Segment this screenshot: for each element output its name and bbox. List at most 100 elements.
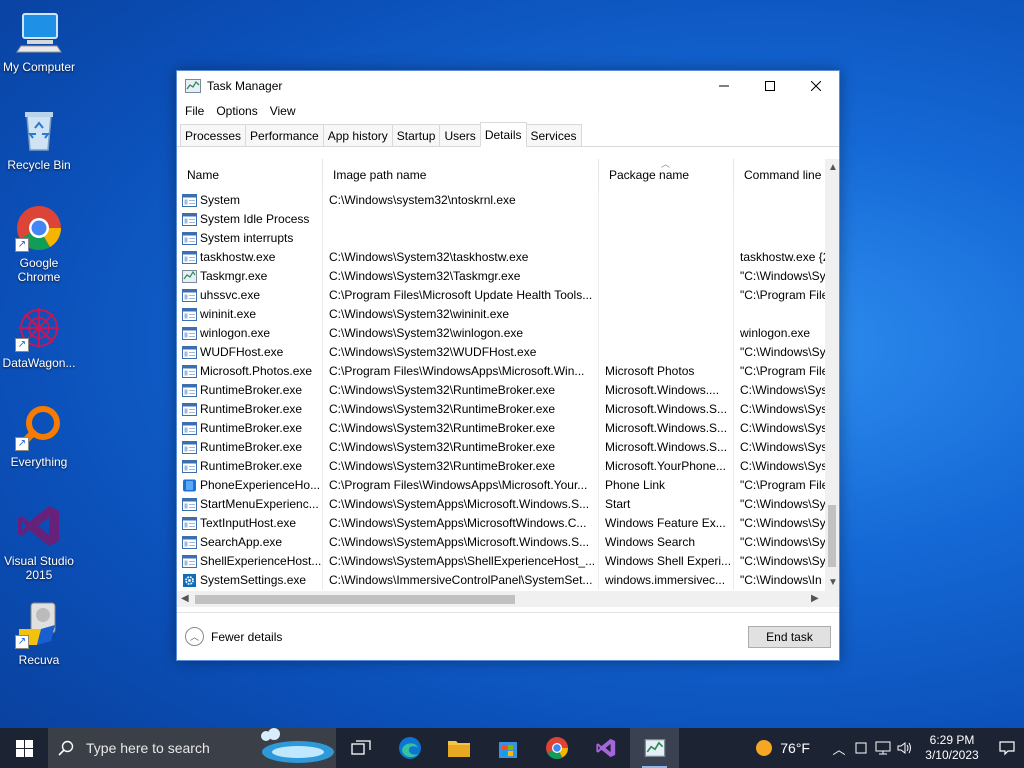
cell-name: Microsoft.Photos.exe bbox=[177, 362, 323, 381]
network-icon bbox=[875, 741, 891, 755]
process-name: SystemSettings.exe bbox=[200, 573, 307, 587]
process-name: PhoneExperienceHo... bbox=[200, 478, 321, 492]
tab-services[interactable]: Services bbox=[525, 124, 582, 146]
cell-command-line bbox=[734, 191, 825, 210]
scroll-up-icon[interactable]: ▲ bbox=[828, 162, 838, 173]
cell-image-path: C:\Program Files\WindowsApps\Microsoft.Y… bbox=[323, 476, 599, 495]
window-app-icon bbox=[182, 517, 200, 530]
desktop-icon-my-computer[interactable]: My Computer bbox=[0, 8, 78, 74]
taskbar-visual-studio[interactable] bbox=[581, 728, 630, 768]
table-row[interactable]: RuntimeBroker.exe C:\Windows\System32\Run… bbox=[177, 400, 825, 419]
table-row[interactable]: StartMenuExperienc... C:\Windows\SystemAp… bbox=[177, 495, 825, 514]
table-row[interactable]: WUDFHost.exe C:\Windows\System32\WUDFHost… bbox=[177, 343, 825, 362]
table-row[interactable]: System interrupts bbox=[177, 229, 825, 248]
table-row[interactable]: PhoneExperienceHo... C:\Program Files\Win… bbox=[177, 476, 825, 495]
close-button[interactable] bbox=[793, 71, 839, 101]
network-button[interactable] bbox=[872, 741, 894, 755]
vertical-scroll-thumb[interactable] bbox=[828, 505, 836, 567]
tab-performance[interactable]: Performance bbox=[245, 124, 324, 146]
table-row[interactable]: Taskmgr.exe C:\Windows\System32\Taskmgr.e… bbox=[177, 267, 825, 286]
taskbar-task-manager[interactable] bbox=[630, 728, 679, 768]
desktop-icon-recycle-bin[interactable]: Recycle Bin bbox=[0, 106, 78, 172]
table-row[interactable]: RuntimeBroker.exe C:\Windows\System32\Run… bbox=[177, 381, 825, 400]
vertical-scrollbar[interactable]: ▲ ▼ bbox=[825, 159, 839, 591]
window-app-icon bbox=[182, 498, 200, 511]
cell-command-line: "C:\Windows\Sy bbox=[740, 345, 825, 359]
horizontal-scroll-thumb[interactable] bbox=[195, 595, 515, 604]
notifications-button[interactable] bbox=[990, 728, 1024, 768]
fewer-details-toggle[interactable]: ︿ Fewer details bbox=[185, 627, 748, 646]
desktop-icon-recuva[interactable]: ↗ Recuva bbox=[0, 601, 78, 667]
table-row[interactable]: System Idle Process bbox=[177, 210, 825, 229]
menu-file[interactable]: File bbox=[179, 104, 210, 118]
tray-app-button[interactable] bbox=[850, 742, 872, 754]
tab-details[interactable]: Details bbox=[479, 122, 527, 147]
table-row[interactable]: RuntimeBroker.exe C:\Windows\System32\Run… bbox=[177, 438, 825, 457]
tab-app-history[interactable]: App history bbox=[322, 124, 393, 146]
table-row[interactable]: winlogon.exe C:\Windows\System32\winlogon… bbox=[177, 324, 825, 343]
taskbar-microsoft-store[interactable] bbox=[483, 728, 532, 768]
table-row[interactable]: RuntimeBroker.exe C:\Windows\System32\Run… bbox=[177, 419, 825, 438]
taskbar-clock[interactable]: 6:29 PM 3/10/2023 bbox=[922, 733, 982, 763]
column-header-name[interactable]: Name bbox=[177, 159, 323, 191]
scroll-right-icon[interactable]: ▶ bbox=[811, 593, 819, 604]
weather-widget[interactable]: 76°F bbox=[756, 740, 810, 756]
desktop-icon-google-chrome[interactable]: ↗ Google Chrome bbox=[0, 204, 78, 284]
cell-package-name: Microsoft.YourPhone... bbox=[599, 457, 734, 476]
desktop-icon-visual-studio[interactable]: Visual Studio 2015 bbox=[0, 502, 78, 582]
cell-name: SystemSettings.exe bbox=[177, 571, 323, 590]
maximize-icon bbox=[765, 81, 775, 91]
table-row[interactable]: uhssvc.exe C:\Program Files\Microsoft Upd… bbox=[177, 286, 825, 305]
notification-icon bbox=[999, 741, 1015, 756]
desktop-icon-everything[interactable]: ↗ Everything bbox=[0, 403, 78, 469]
horizontal-scrollbar[interactable]: ◀ ▶ bbox=[177, 591, 839, 607]
window-app-icon bbox=[182, 251, 200, 264]
cell-package-name: Start bbox=[599, 495, 734, 514]
tab-startup[interactable]: Startup bbox=[391, 124, 441, 146]
taskbar-chrome[interactable] bbox=[532, 728, 581, 768]
menu-options[interactable]: Options bbox=[210, 104, 263, 118]
cell-name: ShellExperienceHost.... bbox=[177, 552, 323, 571]
taskbar-search-box[interactable]: Type here to search bbox=[48, 728, 336, 768]
task-view-button[interactable] bbox=[336, 728, 385, 768]
title-bar[interactable]: Task Manager bbox=[177, 71, 839, 101]
table-row[interactable]: System C:\Windows\system32\ntoskrnl.exe bbox=[177, 191, 825, 210]
table-row[interactable]: wininit.exe C:\Windows\System32\wininit.e… bbox=[177, 305, 825, 324]
cell-image-path: C:\Windows\system32\ntoskrnl.exe bbox=[323, 191, 599, 210]
tab-users[interactable]: Users bbox=[439, 124, 481, 146]
show-hidden-icons-button[interactable]: ︿ bbox=[828, 739, 850, 758]
details-table: Name Image path name ︿ Package name Comm… bbox=[177, 159, 839, 607]
maximize-button[interactable] bbox=[747, 71, 793, 101]
cell-name: wininit.exe bbox=[177, 305, 323, 324]
clock-time: 6:29 PM bbox=[929, 733, 975, 747]
sort-ascending-icon: ︿ bbox=[661, 159, 671, 169]
table-row[interactable]: SearchApp.exe C:\Windows\SystemApps\Micro… bbox=[177, 533, 825, 552]
minimize-button[interactable] bbox=[701, 71, 747, 101]
volume-icon bbox=[897, 742, 911, 754]
cell-package-name: Windows Shell Experi... bbox=[599, 552, 734, 571]
window-app-icon bbox=[182, 194, 200, 207]
shortcut-arrow-icon: ↗ bbox=[15, 338, 29, 352]
table-row[interactable]: Microsoft.Photos.exe C:\Program Files\Win… bbox=[177, 362, 825, 381]
table-row[interactable]: TextInputHost.exe C:\Windows\SystemApps\M… bbox=[177, 514, 825, 533]
end-task-button[interactable]: End task bbox=[748, 625, 831, 648]
menu-view[interactable]: View bbox=[264, 104, 302, 118]
table-row[interactable]: RuntimeBroker.exe C:\Windows\System32\Run… bbox=[177, 457, 825, 476]
taskbar-edge[interactable] bbox=[385, 728, 434, 768]
desktop-icon-label: Recycle Bin bbox=[7, 158, 71, 172]
tab-processes[interactable]: Processes bbox=[180, 124, 247, 146]
table-row[interactable]: SystemSettings.exe C:\Windows\ImmersiveCo… bbox=[177, 571, 825, 590]
scroll-down-icon[interactable]: ▼ bbox=[828, 577, 838, 588]
table-row[interactable]: ShellExperienceHost.... C:\Windows\System… bbox=[177, 552, 825, 571]
taskbar-file-explorer[interactable] bbox=[434, 728, 483, 768]
start-button[interactable] bbox=[0, 728, 48, 768]
desktop-icon-datawagon[interactable]: ↗ DataWagon... bbox=[0, 304, 78, 370]
column-header-package-name[interactable]: ︿ Package name bbox=[599, 159, 734, 191]
process-name: System bbox=[200, 193, 241, 207]
table-row[interactable]: taskhostw.exe C:\Windows\System32\taskhos… bbox=[177, 248, 825, 267]
column-header-command-line[interactable]: Command line bbox=[734, 159, 825, 191]
scroll-left-icon[interactable]: ◀ bbox=[181, 593, 189, 604]
cell-image-path: C:\Windows\System32\Taskmgr.exe bbox=[323, 267, 599, 286]
column-header-image-path[interactable]: Image path name bbox=[323, 159, 599, 191]
volume-button[interactable] bbox=[894, 741, 916, 755]
